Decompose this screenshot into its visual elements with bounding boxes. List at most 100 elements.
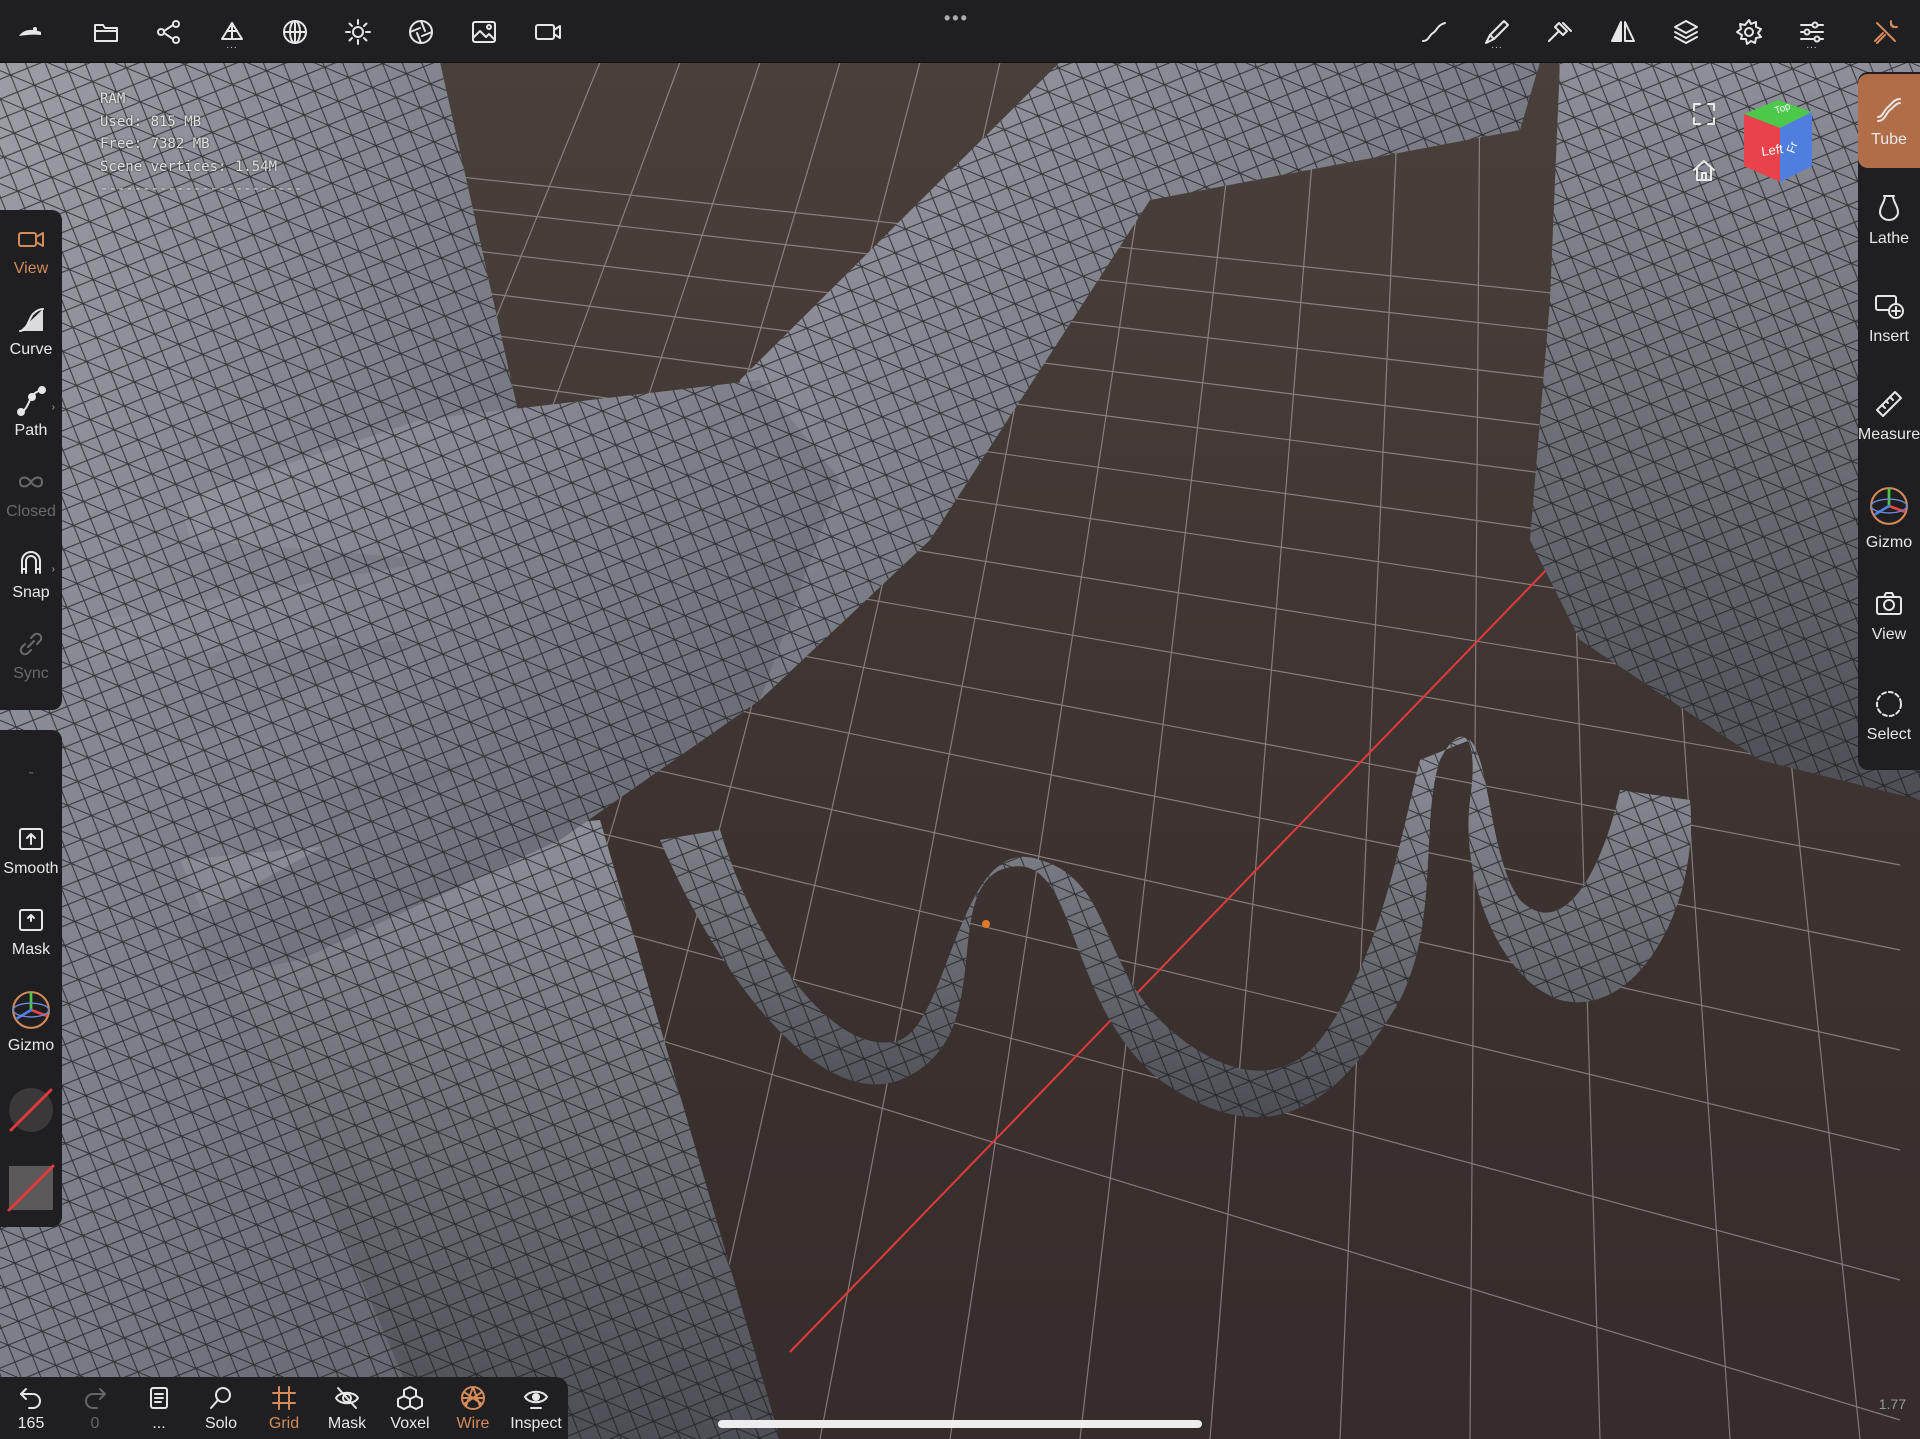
symmetry-icon[interactable] — [1603, 12, 1643, 52]
left-tool-label: Curve — [9, 340, 53, 358]
infinity-icon — [19, 476, 43, 487]
camera-snapshot-icon — [1876, 592, 1902, 615]
camera-icon[interactable] — [528, 12, 568, 52]
stats-vertices: Scene vertices: 1.54M — [100, 158, 278, 175]
grid-toggle[interactable]: Grid — [255, 1377, 313, 1439]
home-view-button[interactable] — [1690, 156, 1722, 188]
history-button[interactable]: ... — [130, 1377, 188, 1439]
brush-icon[interactable]: ... — [1477, 12, 1517, 52]
left-tool-label: Closed — [6, 502, 56, 520]
history-more: ... — [152, 1414, 166, 1432]
undo-icon — [20, 1387, 41, 1409]
scene-graph-icon[interactable] — [149, 12, 189, 52]
smooth-up-icon — [19, 827, 43, 850]
video-camera-icon — [18, 231, 44, 247]
hammer-icon[interactable] — [1540, 12, 1580, 52]
nomad-logo-icon[interactable] — [10, 12, 50, 52]
right-tool-label: Gizmo — [1865, 534, 1913, 551]
left-tool-gizmo[interactable]: Gizmo — [0, 975, 62, 1067]
voxel-cubes-icon — [397, 1385, 423, 1410]
stroke-icon[interactable] — [1414, 12, 1454, 52]
left-tool-mask[interactable]: Mask — [0, 891, 62, 971]
left-tool-closed[interactable]: Closed — [0, 453, 62, 533]
layers-icon[interactable] — [1666, 12, 1706, 52]
frame-corners-icon — [1693, 103, 1715, 125]
more-marker: ... — [226, 40, 238, 51]
grid-icon — [272, 1385, 296, 1410]
redo-button[interactable]: 0 — [66, 1377, 124, 1439]
left-tool-snap[interactable]: Snap › — [0, 534, 62, 614]
voxel-toggle[interactable]: Voxel — [381, 1377, 439, 1439]
left-tool-smooth[interactable]: Smooth — [0, 810, 62, 890]
tube-curve-icon — [1877, 98, 1901, 122]
right-tool-label: Measure — [1857, 426, 1920, 443]
left-toolbar-secondary: - Smooth Mask Gizmo — [0, 730, 62, 1227]
tools-wrench-icon[interactable] — [1866, 12, 1906, 52]
stats-free: Free: 7382 MB — [100, 136, 210, 152]
right-tool-label: Insert — [1868, 328, 1909, 345]
left-tool-curve[interactable]: Curve — [0, 291, 62, 371]
mask-toggle[interactable]: Mask — [318, 1377, 376, 1439]
solo-label: Solo — [204, 1414, 238, 1432]
dashed-circle-icon — [1876, 691, 1902, 717]
material-sphere-icon[interactable] — [275, 12, 315, 52]
light-sun-icon[interactable] — [338, 12, 378, 52]
material-preview-sphere[interactable] — [0, 1070, 62, 1150]
color-swatch[interactable] — [0, 1150, 62, 1225]
sliders-icon[interactable]: ... — [1792, 12, 1832, 52]
navigation-cube[interactable]: Left Fr Top — [1736, 96, 1820, 188]
right-tool-select[interactable]: Select — [1858, 668, 1920, 764]
left-toolbar: View Curve Path › Closed Snap › Sync — [0, 210, 62, 710]
inspect-toggle[interactable]: Inspect — [507, 1377, 565, 1439]
mesh-topology-icon[interactable]: ... — [212, 12, 252, 52]
magnet-icon — [21, 550, 41, 574]
wireframe-toggle[interactable]: Wire — [444, 1377, 502, 1439]
scene-canvas[interactable] — [0, 0, 1920, 1439]
right-tool-label: View — [1871, 626, 1907, 643]
ruler-icon — [1876, 391, 1902, 417]
inspect-eye-icon — [524, 1390, 548, 1409]
settings-gear-icon[interactable] — [1729, 12, 1769, 52]
eye-hidden-icon — [335, 1386, 359, 1409]
top-handle[interactable]: ••• — [944, 8, 969, 29]
wireframe-icon — [461, 1385, 485, 1410]
gizmo-axes-icon — [12, 990, 50, 1029]
right-tool-gizmo[interactable]: Gizmo — [1858, 470, 1920, 566]
inspect-label: Inspect — [510, 1414, 562, 1432]
left-tool-view[interactable]: View — [0, 210, 62, 290]
grid-label: Grid — [268, 1414, 300, 1432]
swatch-none-icon — [7, 1164, 55, 1211]
left-slot-empty: - — [0, 730, 62, 810]
left-tool-label: Snap — [12, 583, 50, 601]
left-slot-label: - — [28, 763, 34, 781]
left-tool-sync[interactable]: Sync — [0, 615, 62, 695]
redo-icon — [85, 1387, 106, 1409]
path-icon — [17, 385, 46, 416]
solo-button[interactable]: Solo — [192, 1377, 250, 1439]
post-process-icon[interactable] — [401, 12, 441, 52]
undo-button[interactable]: 165 — [2, 1377, 60, 1439]
right-tool-measure[interactable]: Measure — [1858, 368, 1920, 464]
home-indicator[interactable] — [718, 1420, 1202, 1428]
right-tool-lathe[interactable]: Lathe — [1858, 172, 1920, 268]
mask-label: Mask — [327, 1414, 367, 1432]
right-tool-insert[interactable]: Insert — [1858, 270, 1920, 366]
folder-icon[interactable] — [86, 12, 126, 52]
navcube-left-label: Left — [1760, 141, 1784, 159]
left-tool-label: Gizmo — [7, 1036, 55, 1054]
3d-viewport[interactable] — [0, 0, 1920, 1439]
right-tool-label: Tube — [1871, 131, 1907, 148]
right-tool-tube[interactable]: Tube — [1858, 74, 1920, 168]
stats-used: Used: 815 MB — [100, 113, 202, 130]
left-tool-path[interactable]: Path › — [0, 372, 62, 452]
right-toolbar: Tube Lathe Insert Measure Gizmo View Sel… — [1858, 72, 1920, 770]
left-tool-label: Mask — [11, 940, 51, 958]
more-arrow: › — [51, 564, 55, 575]
background-image-icon[interactable] — [464, 12, 504, 52]
undo-count: 165 — [17, 1414, 45, 1432]
curve-icon — [19, 307, 44, 332]
frame-button[interactable] — [1690, 100, 1722, 132]
right-tool-view[interactable]: View — [1858, 568, 1920, 664]
more-marker: ... — [1806, 40, 1818, 51]
left-tool-label: Path — [14, 421, 48, 439]
